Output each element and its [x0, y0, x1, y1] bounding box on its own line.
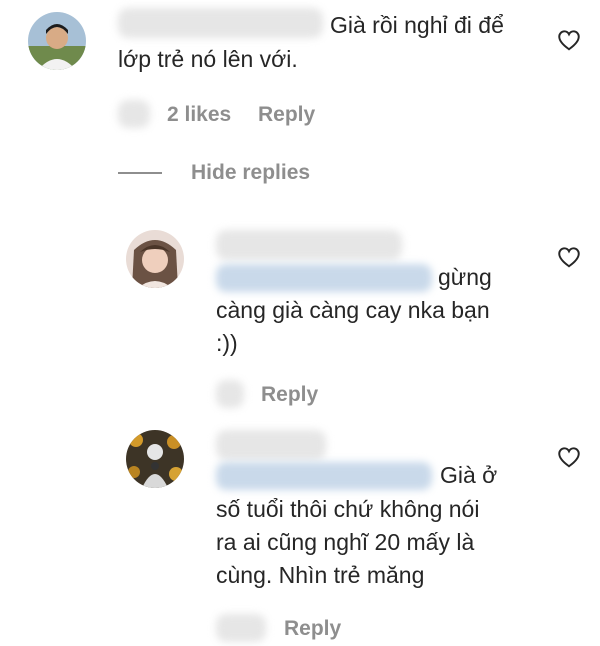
reply-text: cùng. Nhìn trẻ măng	[216, 562, 425, 588]
heart-icon[interactable]	[556, 444, 582, 470]
hide-replies-button[interactable]: Hide replies	[191, 161, 310, 185]
username-blurred	[216, 230, 402, 260]
avatar-photo	[126, 430, 184, 488]
reply-text: càng già càng cay nka bạn	[216, 297, 490, 323]
heart-icon[interactable]	[556, 27, 582, 53]
reply-text: :))	[216, 330, 238, 356]
avatar-photo	[28, 12, 86, 70]
username-blurred	[118, 8, 323, 38]
reply-button[interactable]: Reply	[261, 383, 318, 407]
comment-text: Già rồi nghỉ đi để	[330, 12, 504, 38]
timestamp-blurred	[216, 614, 266, 642]
reply-text: Già ở	[440, 462, 498, 488]
replies-divider	[118, 172, 162, 174]
avatar[interactable]	[126, 430, 184, 488]
reply-button[interactable]: Reply	[258, 103, 315, 127]
reply-text: ra ai cũng nghĩ 20 mấy là	[216, 529, 475, 555]
reply-text: gừng	[438, 264, 492, 290]
timestamp-blurred	[216, 380, 244, 408]
likes-count[interactable]: 2 likes	[167, 103, 231, 127]
reply-button[interactable]: Reply	[284, 617, 341, 641]
heart-icon[interactable]	[556, 244, 582, 270]
timestamp-blurred	[118, 100, 150, 128]
avatar[interactable]	[28, 12, 86, 70]
username-blurred	[216, 430, 326, 460]
comment-text: lớp trẻ nó lên với.	[118, 46, 298, 72]
avatar-photo	[126, 230, 184, 288]
reply-text: số tuổi thôi chứ không nói	[216, 496, 480, 522]
mention-blurred	[216, 462, 432, 490]
mention-blurred	[216, 264, 432, 292]
avatar[interactable]	[126, 230, 184, 288]
